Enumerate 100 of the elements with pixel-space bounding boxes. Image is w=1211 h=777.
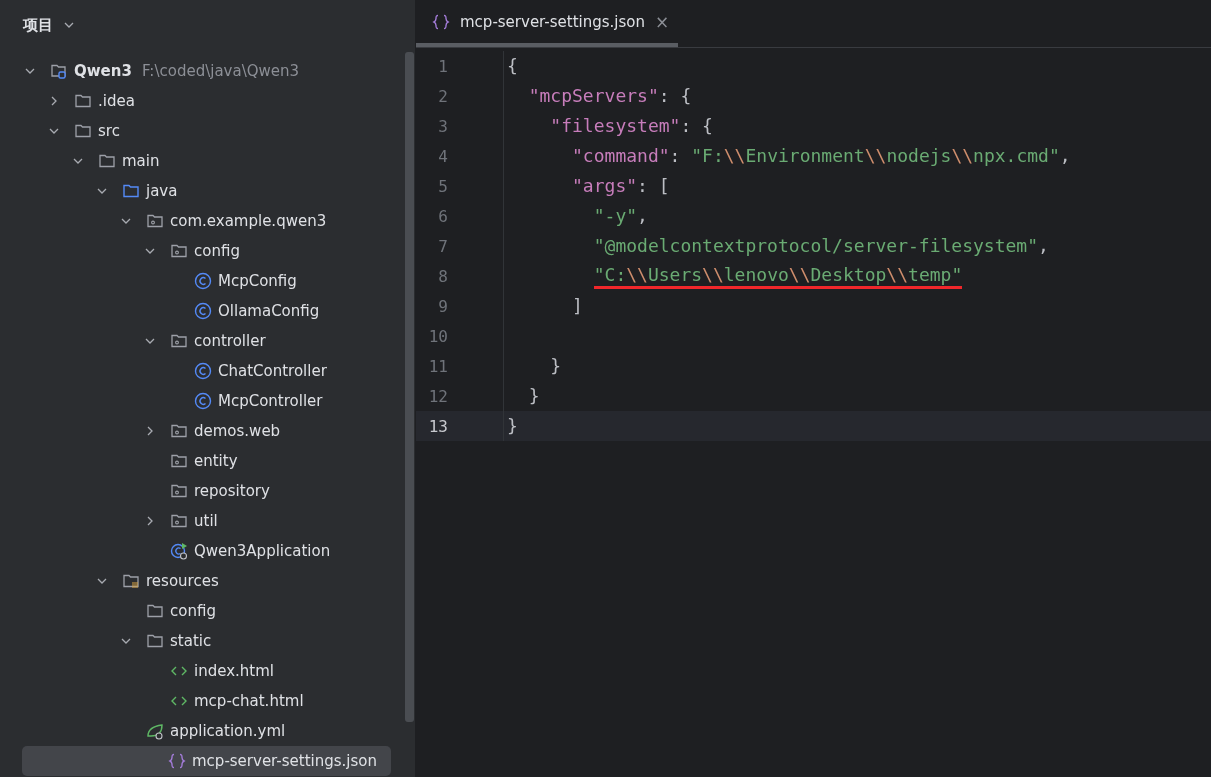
code-line: "mcpServers": { [527, 84, 692, 108]
folder-icon [98, 152, 116, 170]
tree-item[interactable]: java [0, 176, 391, 206]
folder-icon [74, 92, 92, 110]
tree-item[interactable]: util [0, 506, 391, 536]
tree-item-label: Qwen3Application [194, 542, 331, 560]
tree-item-label: static [170, 632, 212, 650]
tree-item[interactable]: ChatController [0, 356, 391, 386]
tree-item[interactable]: application.yml [0, 716, 391, 746]
tree-item-label: demos.web [194, 422, 281, 440]
line-number: 13 [427, 416, 448, 436]
tree-item[interactable]: mcp-server-settings.json [22, 746, 391, 776]
code-line: ] [571, 294, 583, 318]
code-line: "C:\\Users\\lenovo\\Desktop\\temp" [507, 263, 963, 289]
tree-item-label: .idea [98, 92, 135, 110]
code-line: } [549, 354, 562, 378]
code-line: { [507, 54, 518, 78]
tree-item-label: config [170, 602, 216, 620]
package-folder-icon [170, 452, 188, 470]
class-icon [194, 302, 212, 320]
line-number: 10 [427, 326, 448, 346]
line-number: 5 [437, 176, 448, 196]
tree-item[interactable]: src [0, 116, 391, 146]
class-icon [194, 362, 212, 380]
leaf-icon [146, 722, 164, 740]
code-line: "args": [ [571, 174, 670, 198]
folder-icon [74, 122, 92, 140]
line-number: 2 [437, 86, 448, 106]
tree-item[interactable]: entity [0, 446, 391, 476]
package-folder-icon [170, 242, 188, 260]
tree-item[interactable]: com.example.qwen3 [0, 206, 391, 236]
tree-item-label: repository [194, 482, 270, 500]
tree-item[interactable]: mcp-chat.html [0, 686, 391, 716]
line-number: 11 [427, 356, 448, 376]
tree-item-label: entity [194, 452, 238, 470]
package-folder-icon [170, 512, 188, 530]
tree-item[interactable]: config [0, 596, 391, 626]
tree-item[interactable]: Qwen3Application [0, 536, 391, 566]
tree-item-label: application.yml [170, 722, 286, 740]
tree-item[interactable]: static [0, 626, 391, 656]
tree-item[interactable]: index.html [0, 656, 391, 686]
tree-item[interactable]: .idea [0, 86, 391, 116]
code-line: "-y", [592, 204, 648, 228]
code-line: "@modelcontextprotocol/server-filesystem", [592, 234, 1049, 258]
tree-item-label: index.html [194, 662, 274, 680]
class-icon [194, 392, 212, 410]
line-number: 6 [437, 206, 448, 226]
tree-item[interactable]: repository [0, 476, 391, 506]
folder-icon [122, 182, 140, 200]
curly-braces-icon [168, 752, 186, 770]
line-number: 8 [437, 266, 448, 286]
line-number: 4 [437, 146, 448, 166]
line-number: 1 [437, 56, 448, 76]
tree-item-label: Qwen3 [74, 62, 132, 80]
tree-item-label: src [98, 122, 120, 140]
tab-label: mcp-server-settings.json [460, 12, 645, 31]
package-folder-icon [146, 212, 164, 230]
tree-item[interactable]: controller [0, 326, 391, 356]
editor-tab[interactable]: mcp-server-settings.json × [416, 0, 678, 47]
line-number: 9 [437, 296, 448, 316]
tree-item-label: java [146, 182, 178, 200]
tree-item-label: McpConfig [218, 272, 297, 290]
tree-item[interactable]: config [0, 236, 391, 266]
close-icon[interactable]: × [655, 11, 670, 32]
tree-item-label: config [194, 242, 240, 260]
panel-title[interactable]: 项目 [23, 15, 53, 35]
tree-item[interactable]: OllamaConfig [0, 296, 391, 326]
package-folder-icon [170, 482, 188, 500]
line-number: 7 [437, 236, 448, 256]
curly-braces-icon [432, 12, 450, 31]
class-icon [194, 272, 212, 290]
tree-item[interactable]: main [0, 146, 391, 176]
folder-icon [146, 632, 164, 650]
line-number: 3 [437, 116, 448, 136]
project-folder-icon [50, 62, 68, 80]
tree-item[interactable]: demos.web [0, 416, 391, 446]
tree-item[interactable]: resources [0, 566, 391, 596]
folder-icon [146, 602, 164, 620]
application-class-icon [170, 542, 188, 560]
code-line: } [527, 384, 540, 408]
code-line: "command": "F:\\Environment\\nodejs\\npx.cmd", [571, 144, 1071, 168]
code-line: } [507, 414, 518, 438]
scrollbar[interactable] [405, 52, 414, 722]
tree-item-label: main [122, 152, 160, 170]
tree-item-label: ChatController [218, 362, 327, 380]
tree-item[interactable]: McpController [0, 386, 391, 416]
tree-item[interactable]: McpConfig [0, 266, 391, 296]
resources-folder-icon [122, 572, 140, 590]
tree-item-label: mcp-chat.html [194, 692, 304, 710]
code-line: "filesystem": { [549, 114, 713, 138]
tree-item-label: resources [146, 572, 219, 590]
tree-item-label: OllamaConfig [218, 302, 320, 320]
tree-item[interactable]: Qwen3 F:\coded\java\Qwen3 [0, 56, 391, 86]
tree-item-label: controller [194, 332, 266, 350]
tree-item-label: mcp-server-settings.json [192, 752, 377, 770]
package-folder-icon [170, 422, 188, 440]
tree-item-label: com.example.qwen3 [170, 212, 327, 230]
tree-item-label: util [194, 512, 218, 530]
project-path: F:\coded\java\Qwen3 [141, 62, 300, 80]
tree-item-label: McpController [218, 392, 323, 410]
